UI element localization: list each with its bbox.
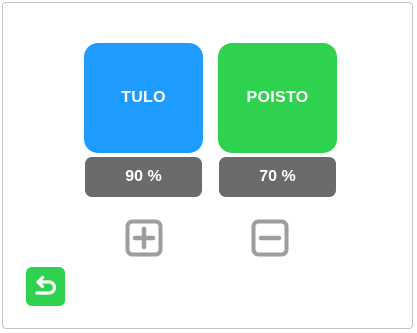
supply-air-button[interactable]: TULO	[84, 43, 203, 153]
minus-square-icon	[251, 219, 289, 257]
decrease-button[interactable]	[251, 219, 289, 257]
control-panel: TULO POISTO 90 % 70 %	[2, 2, 413, 329]
supply-air-label: TULO	[121, 89, 166, 106]
exhaust-air-button[interactable]: POISTO	[218, 43, 337, 153]
back-button[interactable]	[26, 267, 65, 306]
supply-value: 90 %	[125, 168, 162, 185]
exhaust-air-label: POISTO	[246, 89, 309, 106]
exhaust-value: 70 %	[259, 168, 296, 185]
increase-button[interactable]	[125, 219, 163, 257]
supply-value-badge: 90 %	[85, 157, 202, 197]
plus-square-icon	[125, 219, 163, 257]
return-arrow-icon	[34, 275, 56, 295]
exhaust-value-badge: 70 %	[219, 157, 336, 197]
